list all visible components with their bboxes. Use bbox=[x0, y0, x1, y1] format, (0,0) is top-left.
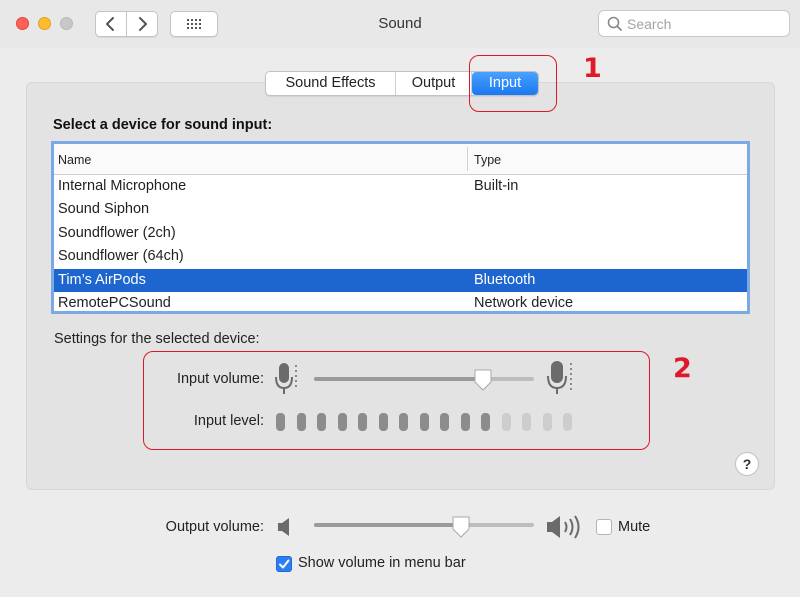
output-volume-slider[interactable] bbox=[314, 523, 534, 527]
mute-label: Mute bbox=[618, 519, 651, 535]
device-section-label: Select a device for sound input: bbox=[53, 117, 273, 133]
table-row-selected[interactable]: Tim’s AirPods Bluetooth bbox=[54, 268, 747, 292]
title-bar: Sound Search bbox=[0, 0, 800, 48]
settings-label: Settings for the selected device: bbox=[54, 331, 260, 347]
device-name: Sound Siphon bbox=[58, 201, 150, 218]
output-volume-label: Output volume: bbox=[165, 519, 264, 535]
output-volume-fill bbox=[314, 523, 461, 527]
output-volume-knob[interactable] bbox=[451, 515, 471, 539]
table-row[interactable]: Soundflower (64ch) bbox=[54, 245, 747, 268]
table-row[interactable]: Sound Siphon bbox=[54, 198, 747, 221]
help-button[interactable]: ? bbox=[735, 452, 759, 476]
search-field[interactable]: Search bbox=[598, 10, 790, 37]
device-name: RemotePCSound bbox=[58, 294, 171, 311]
mute-checkbox[interactable] bbox=[596, 519, 612, 535]
device-table[interactable]: Name Type Internal Microphone Built-in S… bbox=[51, 141, 750, 314]
speaker-high-icon bbox=[547, 515, 580, 539]
tab-output[interactable]: Output bbox=[396, 72, 472, 95]
device-name: Soundflower (2ch) bbox=[58, 224, 176, 241]
device-name: Soundflower (64ch) bbox=[58, 248, 184, 265]
device-type: Bluetooth bbox=[474, 271, 536, 288]
show-in-menu-bar-checkbox[interactable] bbox=[276, 556, 292, 572]
show-in-menu-bar-label: Show volume in menu bar bbox=[298, 555, 466, 571]
column-divider bbox=[467, 147, 468, 171]
annotation-box-2 bbox=[143, 351, 650, 450]
search-placeholder: Search bbox=[627, 16, 672, 32]
search-icon bbox=[607, 16, 622, 31]
checkmark-icon bbox=[279, 559, 290, 569]
table-row[interactable]: RemotePCSound Network device bbox=[54, 292, 747, 311]
device-type: Built-in bbox=[474, 178, 519, 194]
device-type: Network device bbox=[474, 294, 574, 311]
annotation-number-2: 2 bbox=[673, 353, 692, 384]
table-row[interactable]: Soundflower (2ch) bbox=[54, 222, 747, 245]
column-header-name[interactable]: Name bbox=[58, 153, 91, 167]
device-name: Tim’s AirPods bbox=[58, 271, 146, 288]
column-header-type[interactable]: Type bbox=[474, 153, 501, 167]
tab-sound-effects[interactable]: Sound Effects bbox=[266, 72, 396, 95]
annotation-number-1: 1 bbox=[583, 53, 602, 84]
table-row[interactable]: Internal Microphone Built-in bbox=[54, 175, 747, 198]
annotation-box-1 bbox=[469, 55, 557, 112]
speaker-low-icon bbox=[278, 518, 289, 536]
table-header: Name Type bbox=[54, 144, 747, 175]
device-name: Internal Microphone bbox=[58, 178, 187, 194]
